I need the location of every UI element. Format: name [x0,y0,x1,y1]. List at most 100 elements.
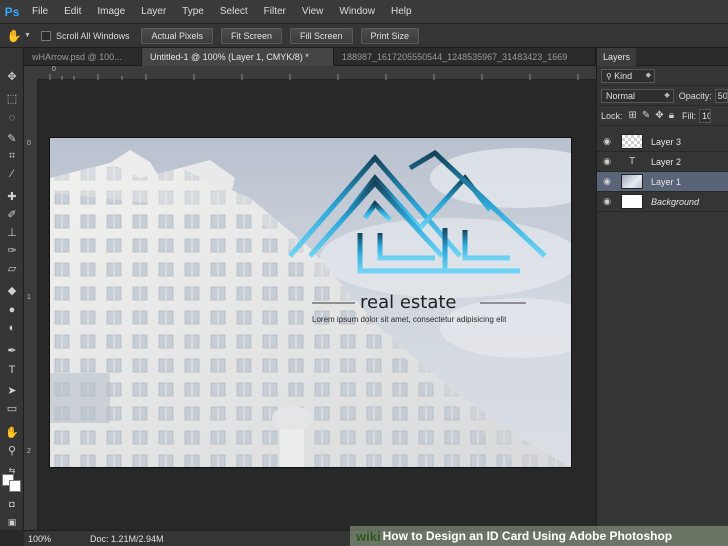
zoom-tool-icon[interactable]: ⚲ [2,442,22,458]
layer-thumbnail [621,194,643,209]
scroll-all-label: Scroll All Windows [55,30,130,41]
menu-filter[interactable]: Filter [256,0,294,24]
screen-mode-icon[interactable]: ▣ [2,514,22,530]
blur-tool-icon[interactable]: ● [2,302,22,318]
menu-file[interactable]: File [24,0,56,24]
layer-name: Background [651,196,700,207]
print-size-button[interactable]: Print Size [360,27,420,44]
fill-input[interactable]: 10 [699,108,712,123]
hand-tool-icon[interactable]: ✋ [2,424,22,440]
layer-row-layer-1[interactable]: ◉ Layer 1 [597,172,728,192]
menu-bar: Ps File Edit Image Layer Type Select Fil… [0,0,728,24]
type-tool-icon[interactable]: T [2,362,22,378]
blend-row: Normal ◆ Opacity: 50 [597,86,728,106]
background-color-swatch[interactable] [9,480,21,492]
logo-tagline: Lorem ipsum dolor sit amet, consectetur … [312,315,507,324]
blend-mode-label: Normal [606,90,636,101]
marquee-tool-icon[interactable]: ⬚ [2,90,22,106]
eye-icon[interactable]: ◉ [597,196,617,207]
zoom-level[interactable]: 100% [24,534,68,544]
menu-edit[interactable]: Edit [56,0,89,24]
chevron-down-icon: ◆ [645,71,651,79]
eyedropper-tool-icon[interactable]: ⁄ [2,166,22,182]
blend-mode-select[interactable]: Normal ◆ [601,88,674,103]
fill-screen-button[interactable]: Fill Screen [290,27,353,44]
options-bar: ✋ ▼ Scroll All Windows Actual Pixels Fit… [0,24,728,48]
ruler-ticks [49,74,579,80]
paint-bucket-icon[interactable]: ◆ [2,282,22,298]
lock-position-icon[interactable]: ✥ [655,110,663,121]
menu-layer[interactable]: Layer [133,0,174,24]
chevron-down-icon: ◆ [664,91,670,99]
eye-icon[interactable]: ◉ [597,176,617,187]
crop-tool-icon[interactable]: ⌗ [2,148,22,164]
tab-photo[interactable]: 188987_1617205550544_1248535967_31483423… [334,48,596,66]
menu-help[interactable]: Help [383,0,420,24]
layer-name: Layer 2 [651,156,682,167]
tab-untitled-1[interactable]: Untitled-1 @ 100% (Layer 1, CMYK/8) * [142,48,334,66]
menu-type[interactable]: Type [174,0,212,24]
lasso-tool-icon[interactable]: ◌ [2,110,22,126]
pen-tool-icon[interactable]: ✒ [2,342,22,358]
menu-image[interactable]: Image [89,0,133,24]
shape-tool-icon[interactable]: ▭ [2,400,22,416]
photoshop-window: Ps File Edit Image Layer Type Select Fil… [0,0,728,546]
doc-size-info[interactable]: Doc: 1.21M/2.94M [90,534,164,544]
fit-screen-button[interactable]: Fit Screen [221,27,283,44]
opacity-input[interactable]: 50 [714,88,728,103]
document-tabs: wHArrow.psd @ 100... Untitled-1 @ 100% (… [24,48,596,66]
chevron-down-icon[interactable]: ▼ [24,32,31,39]
horizontal-ruler[interactable]: 0 [38,66,596,80]
layer-name: Layer 1 [651,176,682,187]
type-layer-icon: T [628,156,636,167]
lock-icons: ⊞ ✎ ✥ 🔒︎ [629,110,675,121]
menu-select[interactable]: Select [212,0,256,24]
healing-tool-icon[interactable]: ✚ [2,188,22,204]
logo-title: real estate [360,292,457,313]
dodge-tool-icon[interactable]: ◐ [2,320,22,336]
path-select-icon[interactable]: ➤ [2,382,22,398]
watermark-wiki: wiki [356,528,381,544]
eye-icon[interactable]: ◉ [597,136,617,147]
hand-icon[interactable]: ✋ [6,28,22,44]
tab-warrow[interactable]: wHArrow.psd @ 100... [24,48,142,66]
search-icon: ⚲ [606,71,615,81]
kind-filter-select[interactable]: ⚲ Kind ◆ [601,68,655,83]
lock-all-icon[interactable]: 🔒︎ [669,110,674,121]
panel-header: Layers [597,47,728,66]
opacity-label: Opacity: [678,90,712,101]
tools-panel: ✥ ⬚ ◌ ✎ ⌗ ⁄ ✚ ✐ ⊥ ✑ ▱ ◆ ● ◐ ✒ T ➤ ▭ ✋ ⚲ … [0,48,24,530]
layer-thumbnail [621,174,643,189]
layer-thumbnail [621,134,643,149]
menu-view[interactable]: View [294,0,332,24]
wikihow-watermark: wiki How to Design an ID Card Using Adob… [350,526,728,546]
actual-pixels-button[interactable]: Actual Pixels [141,27,213,44]
layer-filter-row: ⚲ Kind ◆ [597,66,728,86]
document-canvas[interactable]: real estate Lorem ipsum dolor sit amet, … [50,138,571,467]
brush-tool-icon[interactable]: ✐ [2,206,22,222]
move-tool-icon[interactable]: ✥ [2,68,22,84]
layer-row-background[interactable]: ◉ Background [597,192,728,212]
fill-label: Fill: [682,110,697,121]
menu-window[interactable]: Window [331,0,383,24]
layer-row-layer-3[interactable]: ◉ Layer 3 [597,132,728,152]
lock-transparency-icon[interactable]: ⊞ [629,110,637,121]
building-photo [50,138,571,467]
eye-icon[interactable]: ◉ [597,156,617,167]
stamp-tool-icon[interactable]: ⊥ [2,224,22,240]
lock-label: Lock: [601,110,623,121]
vertical-ruler[interactable]: 0 1 2 [24,80,38,530]
ruler-h-label-0: 0 [52,66,56,73]
scroll-all-checkbox[interactable] [40,30,51,41]
layer-name: Layer 3 [651,136,682,147]
eraser-tool-icon[interactable]: ▱ [2,260,22,276]
layer-row-layer-2[interactable]: ◉ T Layer 2 [597,152,728,172]
quick-select-tool-icon[interactable]: ✎ [2,130,22,146]
ruler-origin[interactable] [24,66,38,80]
history-brush-icon[interactable]: ✑ [2,242,22,258]
quick-mask-icon[interactable]: ◘ [2,496,22,512]
lock-row: Lock: ⊞ ✎ ✥ 🔒︎ Fill: 10 [597,106,728,126]
tab-layers[interactable]: Layers [597,47,637,66]
lock-paint-icon[interactable]: ✎ [642,110,650,121]
ruler-v-label-0: 0 [27,140,31,147]
